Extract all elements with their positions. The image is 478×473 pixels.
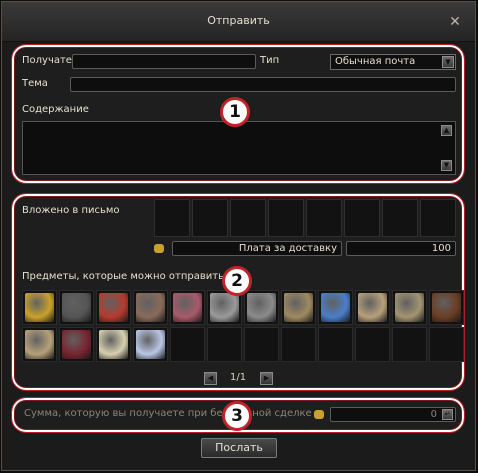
content-label: Содержание [22, 104, 89, 115]
annotation-badge-1: 1 [220, 97, 250, 127]
payment-panel: Сумма, которую вы получаете при безопасн… [11, 397, 465, 433]
inventory-cell[interactable] [281, 327, 316, 362]
dark-stone-icon [62, 293, 91, 322]
recipient-input[interactable] [72, 54, 256, 69]
dark-claw-icon [62, 330, 91, 359]
attached-slot[interactable] [230, 199, 266, 237]
attached-slot[interactable] [268, 199, 304, 237]
scroll-up-icon[interactable]: ▲ [441, 125, 452, 136]
inventory-cell[interactable] [429, 327, 464, 362]
content-textarea[interactable]: ▲ ▼ [22, 121, 456, 175]
attached-slot[interactable] [344, 199, 380, 237]
annotation-badge-3: 3 [222, 401, 252, 431]
inventory-cell[interactable] [59, 327, 94, 362]
inventory-cell[interactable] [59, 290, 94, 325]
page-indicator: 1/1 [230, 372, 247, 383]
title-bar[interactable]: Отправить ✕ [2, 2, 475, 42]
scroll-red-icon [173, 293, 202, 322]
close-icon[interactable]: ✕ [447, 14, 463, 30]
inventory-cell[interactable] [170, 327, 205, 362]
parchment-icon [25, 330, 54, 359]
crystal-cluster-icon [136, 330, 165, 359]
orb-icon [99, 330, 128, 359]
inventory-cell[interactable] [170, 290, 205, 325]
inventory-cell[interactable] [318, 327, 353, 362]
next-page-icon[interactable]: ▶ [260, 372, 273, 385]
sendable-items-label: Предметы, которые можно отправить [22, 271, 224, 282]
attached-label: Вложено в письмо [22, 205, 120, 216]
attachments-panel: Вложено в письмо Плата за доставку 100 П… [11, 193, 465, 391]
prev-page-icon[interactable]: ◀ [204, 372, 217, 385]
blue-crystal-icon [321, 293, 350, 322]
subject-label: Тема [22, 78, 48, 89]
attached-slot[interactable] [382, 199, 418, 237]
inventory-cell[interactable] [22, 290, 57, 325]
delivery-fee-value: 100 [431, 243, 451, 254]
mail-type-value: Обычная почта [335, 56, 416, 67]
inventory-cell[interactable] [392, 327, 427, 362]
annotation-badge-2: 2 [222, 266, 252, 296]
delivery-fee-label-box: Плата за доставку [172, 241, 342, 256]
inventory-cell[interactable] [392, 290, 427, 325]
type-label: Тип [260, 55, 280, 66]
inventory-cell[interactable] [355, 290, 390, 325]
scroll-down-icon[interactable]: ▼ [441, 160, 452, 171]
inventory-cell[interactable] [281, 290, 316, 325]
attached-slot[interactable] [306, 199, 342, 237]
red-potion-icon [99, 293, 128, 322]
inventory-cell[interactable] [318, 290, 353, 325]
attached-slot[interactable] [154, 199, 190, 237]
adena-icon [314, 410, 324, 419]
inventory-grid [22, 290, 464, 362]
payment-label: Сумма, которую вы получаете при безопасн… [24, 408, 312, 419]
flask-icon [136, 293, 165, 322]
compose-panel: Получатель Тип Обычная почта ▼ Тема Соде… [11, 44, 465, 184]
scroll-metal-icon [247, 293, 276, 322]
letter-icon [358, 293, 387, 322]
inventory-cell[interactable] [133, 290, 168, 325]
inventory-cell[interactable] [22, 327, 57, 362]
enter-icon[interactable]: ↵ [442, 409, 453, 420]
inventory-cell[interactable] [355, 327, 390, 362]
inventory-cell[interactable] [133, 327, 168, 362]
attached-slot[interactable] [420, 199, 456, 237]
inventory-cell[interactable] [429, 290, 464, 325]
payment-amount-input[interactable]: 0 [330, 407, 456, 422]
sword-icon [210, 293, 239, 322]
inventory-cell[interactable] [244, 327, 279, 362]
attached-slots [154, 199, 456, 237]
subject-input[interactable] [70, 77, 456, 92]
inventory-cell[interactable] [244, 290, 279, 325]
inventory-cell[interactable] [96, 290, 131, 325]
lamp-icon [432, 293, 461, 322]
payment-amount-value: 0 [430, 409, 437, 420]
gold-ore-icon [25, 293, 54, 322]
inventory-cell[interactable] [96, 327, 131, 362]
window-title: Отправить [207, 14, 270, 27]
recipe-icon [284, 293, 313, 322]
attached-slot[interactable] [192, 199, 228, 237]
delivery-fee-field: 100 [346, 241, 456, 256]
map-icon [395, 293, 424, 322]
adena-icon [154, 244, 164, 253]
chevron-down-icon[interactable]: ▼ [442, 56, 454, 68]
send-button[interactable]: Послать [201, 438, 277, 458]
delivery-fee-label: Плата за доставку [238, 243, 337, 254]
inventory-cell[interactable] [207, 327, 242, 362]
mail-type-select[interactable]: Обычная почта ▼ [330, 54, 456, 70]
